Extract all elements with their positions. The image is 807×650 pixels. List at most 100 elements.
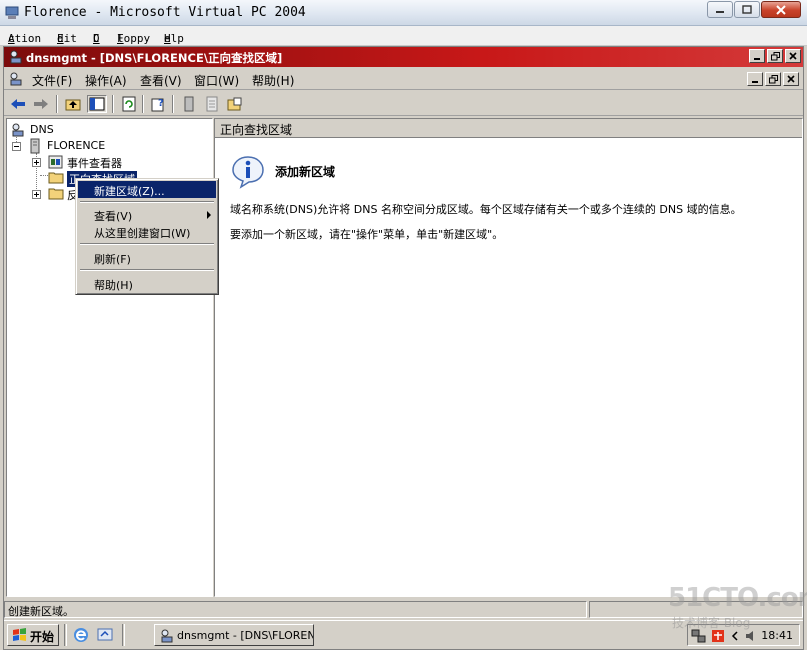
mmc-minimize-button[interactable]	[749, 49, 765, 63]
submenu-arrow-icon	[207, 211, 211, 219]
mmc-menu-bar: 文件(F) 操作(A) 查看(V) 窗口(W) 帮助(H)	[4, 68, 803, 90]
menu-help[interactable]: 帮助(H)	[252, 72, 294, 89]
toolbar-separator	[56, 95, 58, 113]
menu-item-label: 查看(V)	[94, 210, 133, 223]
console-menu-icon	[10, 72, 22, 86]
info-paragraph: 要添加一个新区域，请在"操作"菜单，单击"新建区域"。	[230, 228, 504, 241]
mmc-restore-button[interactable]	[767, 49, 783, 63]
host-minimize-button[interactable]	[707, 1, 733, 18]
show-hide-tree-button[interactable]	[87, 95, 107, 113]
server-icon	[184, 96, 194, 112]
menu-item-view[interactable]: 查看(V)	[78, 206, 216, 223]
help-button[interactable]: ?	[149, 95, 169, 113]
expand-icon[interactable]	[32, 190, 41, 199]
host-menu-cd-rest: D	[93, 32, 100, 45]
windows-flag-icon	[13, 628, 26, 641]
mmc-window: dnsmgmt - [DNS\FLORENCE\正向查找区域] 文件(F) 操作…	[3, 46, 804, 650]
child-close-button[interactable]	[783, 72, 799, 86]
host-close-button[interactable]	[761, 1, 801, 18]
console-tree-icon	[89, 97, 105, 111]
menu-file[interactable]: 文件(F)	[32, 72, 72, 89]
menu-item-help[interactable]: 帮助(H)	[78, 275, 216, 292]
info-paragraph: 域名称系统(DNS)允许将 DNS 名称空间分成区域。每个区域存储有关一个或多个…	[230, 203, 742, 216]
event-viewer-icon	[48, 155, 63, 169]
menu-window[interactable]: 窗口(W)	[194, 72, 239, 89]
status-text: 创建新区域。	[4, 601, 587, 618]
refresh-icon	[122, 96, 136, 112]
context-menu: 新建区域(Z)... 查看(V) 从这里创建窗口(W) 刷新(F) 帮助(H)	[75, 178, 219, 295]
minimize-icon	[716, 10, 724, 13]
dns-console-icon	[10, 50, 22, 64]
dns-console-icon	[161, 629, 173, 643]
tree-label: FLORENCE	[47, 139, 106, 152]
server-button[interactable]	[179, 95, 199, 113]
list-button[interactable]	[202, 95, 222, 113]
server-icon	[30, 138, 40, 154]
child-restore-button[interactable]	[765, 72, 781, 86]
menu-item-refresh[interactable]: 刷新(F)	[78, 249, 216, 266]
child-minimize-button[interactable]	[747, 72, 763, 86]
forward-button[interactable]	[31, 95, 51, 113]
taskbar-separator	[122, 624, 125, 646]
start-button[interactable]: 开始	[7, 624, 59, 646]
info-icon	[232, 156, 264, 189]
minimize-icon	[754, 58, 760, 60]
back-button[interactable]	[8, 95, 28, 113]
toolbar-separator	[112, 95, 114, 113]
forward-arrow-icon	[34, 99, 48, 109]
menu-action[interactable]: 操作(A)	[85, 72, 127, 89]
folder-icon	[48, 188, 64, 200]
zone-folder-icon	[227, 97, 242, 111]
help-icon: ?	[151, 98, 164, 112]
tree-label: DNS	[30, 123, 54, 136]
folder-icon	[48, 172, 64, 184]
collapse-icon[interactable]	[12, 142, 21, 151]
host-window-title: Florence - Microsoft Virtual PC 2004	[24, 5, 306, 20]
mmc-title-bar: dnsmgmt - [DNS\FLORENCE\正向查找区域]	[4, 47, 803, 67]
host-menu-bar: Action Edit CD Floppy Help	[0, 26, 807, 46]
menu-separator	[80, 269, 214, 271]
menu-separator	[80, 201, 214, 203]
toolbar-separator	[142, 95, 144, 113]
toolbar: ?	[4, 92, 803, 116]
host-menu-action-rest: ction	[8, 32, 42, 45]
minimize-icon	[752, 81, 758, 83]
refresh-button[interactable]	[119, 95, 139, 113]
up-one-level-button[interactable]	[63, 95, 83, 113]
tree-line	[40, 175, 48, 176]
watermark-subtitle: 技术博客 Blog	[672, 616, 751, 630]
toolbar-separator	[172, 95, 174, 113]
details-pane: 正向查找区域 添加新区域 域名称系统(DNS)允许将 DNS 名称空间分成区域。…	[214, 118, 803, 597]
menu-item-new-window[interactable]: 从这里创建窗口(W)	[78, 223, 216, 240]
watermark: 51CTO.com	[668, 583, 807, 613]
start-label: 开始	[30, 630, 55, 644]
zone-button[interactable]	[225, 95, 245, 113]
tree-label: 事件查看器	[67, 157, 122, 170]
menu-separator	[80, 243, 214, 245]
back-arrow-icon	[11, 99, 25, 109]
show-desktop-icon[interactable]	[96, 626, 114, 644]
maximize-icon	[742, 5, 752, 14]
up-folder-icon	[65, 99, 81, 111]
taskbar-separator	[64, 624, 67, 646]
internet-explorer-icon[interactable]	[72, 626, 90, 644]
close-icon	[789, 52, 797, 60]
mmc-window-title: dnsmgmt - [DNS\FLORENCE\正向查找区域]	[26, 51, 283, 65]
svg-text:?: ?	[158, 98, 164, 109]
expand-icon[interactable]	[32, 158, 41, 167]
info-title: 添加新区域	[275, 165, 336, 179]
list-icon	[206, 96, 218, 112]
restore-icon	[768, 74, 778, 83]
menu-item-new-zone[interactable]: 新建区域(Z)...	[78, 181, 216, 198]
host-title-bar: Florence - Microsoft Virtual PC 2004	[0, 0, 807, 26]
details-header: 正向查找区域	[215, 119, 802, 138]
close-icon	[776, 4, 786, 15]
virtual-pc-icon	[5, 6, 19, 19]
host-menu-floppy-rest: loppy	[117, 32, 151, 45]
mmc-close-button[interactable]	[785, 49, 801, 63]
menu-view[interactable]: 查看(V)	[140, 72, 182, 89]
host-maximize-button[interactable]	[734, 1, 760, 18]
taskbar-dnsmgmt-button[interactable]: dnsmgmt - [DNS\FLOREN...	[154, 624, 314, 646]
host-menu-help-rest: elp	[164, 32, 184, 45]
clock: 18:41	[761, 629, 793, 642]
